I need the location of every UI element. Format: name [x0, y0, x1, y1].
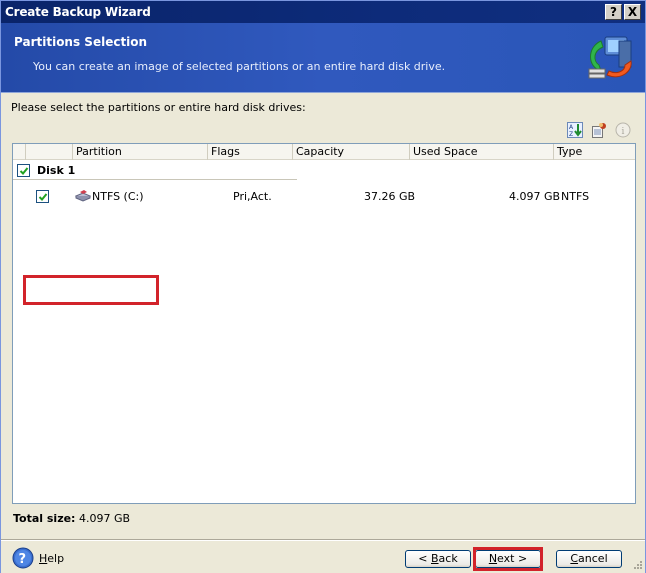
svg-text:?: ? [19, 552, 27, 567]
column-flags[interactable]: Flags [207, 144, 292, 160]
window-title: Create Backup Wizard [5, 5, 151, 19]
partition-name: NTFS (C:) [92, 190, 144, 203]
disk-label: Disk 1 [37, 164, 76, 177]
resize-grip[interactable] [633, 560, 643, 570]
next-highlight-box [473, 547, 543, 571]
cancel-button[interactable]: Cancel [556, 550, 622, 568]
backup-computer-icon [581, 31, 637, 87]
title-help-button[interactable]: ? [605, 4, 622, 20]
total-size-value: 4.097 GB [78, 512, 131, 525]
column-type[interactable]: Type [553, 144, 635, 160]
info-icon[interactable]: i [614, 121, 632, 139]
help-label: Help [39, 551, 65, 565]
total-size: Total size: 4.097 GB [13, 512, 130, 525]
sort-az-icon[interactable]: A Z [566, 121, 584, 139]
disk-row[interactable]: Disk 1 [13, 162, 297, 180]
column-used-space[interactable]: Used Space [409, 144, 553, 160]
create-backup-wizard-window: Create Backup Wizard ? X Partitions Sele… [0, 0, 646, 573]
partition-used-space: 4.097 GB [509, 190, 561, 203]
back-button[interactable]: < Back [405, 550, 471, 568]
page-subtitle: You can create an image of selected part… [33, 60, 446, 73]
help-link[interactable]: ? Help [12, 547, 64, 569]
svg-text:Z: Z [569, 131, 573, 138]
svg-text:i: i [622, 127, 625, 137]
close-icon: X [627, 5, 638, 19]
partition-row[interactable]: NTFS (C:) Pri,Act. 37.26 GB 4.097 GB NTF… [13, 182, 635, 212]
grid-header: Partition Flags Capacity Used Space Type [13, 144, 635, 160]
partitions-grid: Partition Flags Capacity Used Space Type… [12, 143, 636, 504]
column-capacity[interactable]: Capacity [292, 144, 409, 160]
column-partition[interactable]: Partition [72, 144, 207, 160]
properties-icon[interactable] [590, 121, 608, 139]
checkmark-icon [38, 193, 48, 201]
close-button[interactable]: X [624, 4, 641, 20]
wizard-header: Partitions Selection You can create an i… [1, 23, 645, 93]
title-bar: Create Backup Wizard ? X [1, 1, 645, 23]
grid-toolbar: A Z i [566, 121, 632, 139]
partition-drive-icon [74, 189, 92, 206]
disk-checkbox[interactable] [17, 164, 30, 177]
partition-flags: Pri,Act. [233, 190, 272, 203]
column-select [13, 144, 25, 160]
page-title: Partitions Selection [14, 35, 148, 49]
partition-highlight-box [23, 275, 159, 305]
partition-capacity: 37.26 GB [364, 190, 416, 203]
wizard-content: Please select the partitions or entire h… [1, 94, 645, 573]
footer-divider [1, 539, 645, 541]
help-icon: ? [12, 547, 34, 569]
partition-type: NTFS [561, 190, 590, 203]
partition-checkbox[interactable] [36, 190, 49, 203]
selection-prompt: Please select the partitions or entire h… [11, 101, 306, 114]
column-icon [25, 144, 72, 160]
checkmark-icon [19, 167, 29, 175]
total-size-label: Total size: [13, 512, 76, 525]
